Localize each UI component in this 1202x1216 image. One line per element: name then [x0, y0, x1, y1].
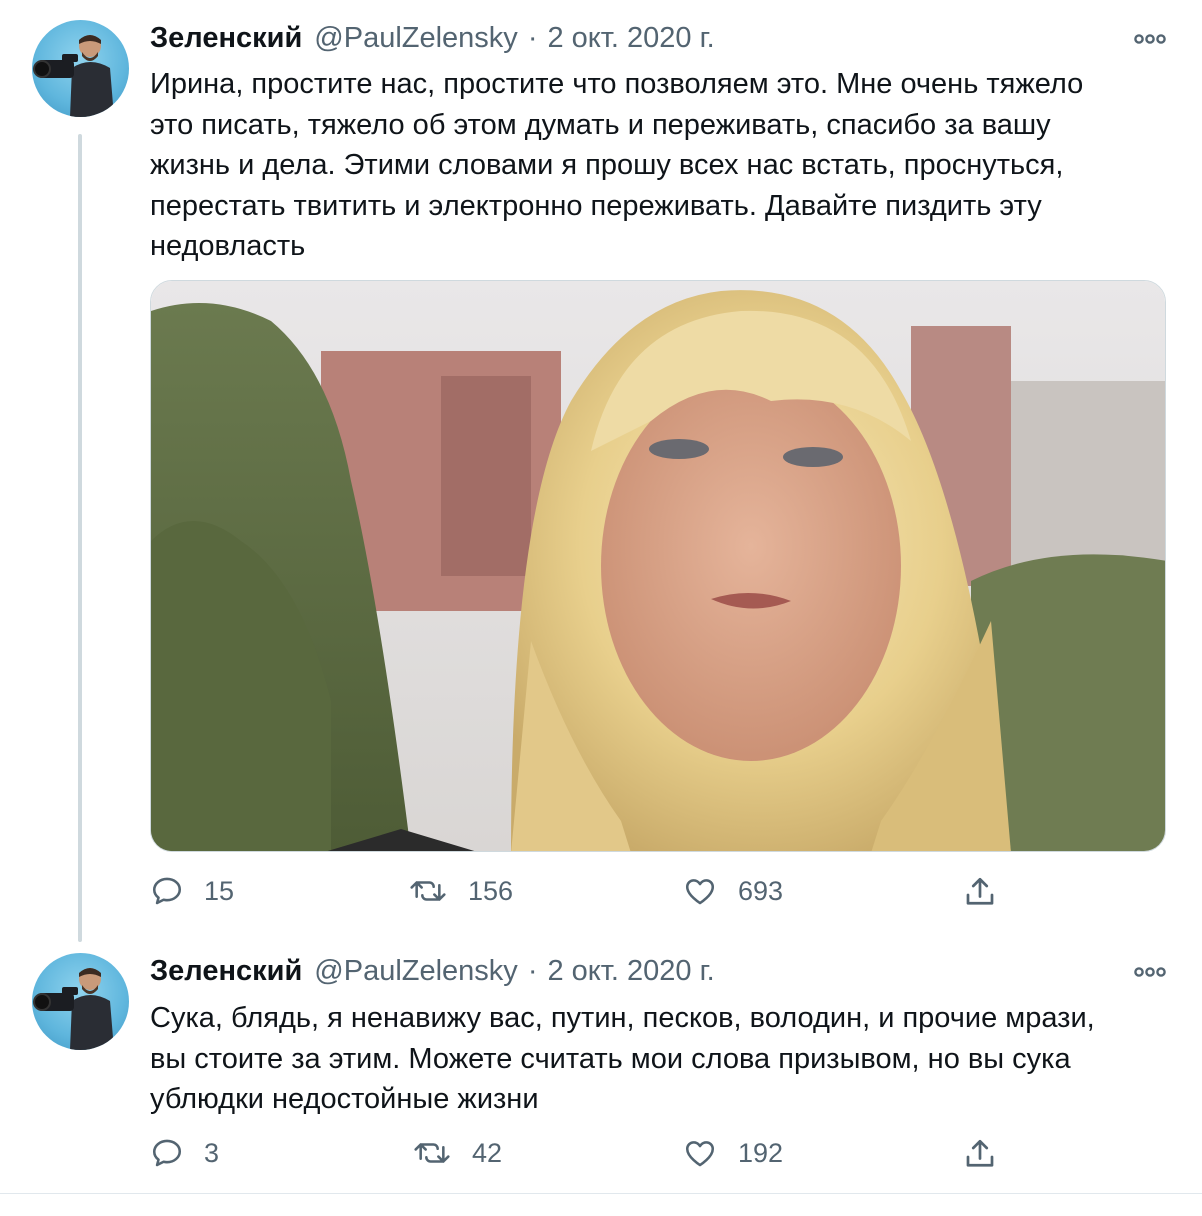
author-name[interactable]: Зеленский [150, 955, 302, 988]
author-handle[interactable]: @PaulZelensky [314, 955, 518, 988]
like-button[interactable]: 192 [682, 1136, 783, 1170]
retweet-button[interactable]: 42 [412, 1136, 502, 1170]
reply-button[interactable]: 3 [150, 1136, 219, 1170]
tweet-header: Зеленский @PaulZelensky · 2 окт. 2020 г. [150, 955, 715, 995]
tweet-actions: 3 42 192 [150, 1136, 1010, 1176]
reply-count: 3 [204, 1137, 220, 1168]
header-separator: · [527, 955, 538, 987]
like-count: 192 [738, 1137, 784, 1168]
timeline-divider [0, 1193, 1202, 1194]
tweet[interactable]: Зеленский @PaulZelensky · 2 окт. 2020 г.… [0, 0, 1202, 1190]
share-button[interactable] [962, 1136, 998, 1172]
avatar-photo [33, 968, 114, 1050]
tweet-date[interactable]: 2 окт. 2020 г. [547, 955, 714, 988]
retweet-icon [414, 1143, 450, 1163]
retweet-count: 42 [472, 1137, 503, 1168]
share-icon [966, 1139, 994, 1167]
heart-icon [685, 1141, 715, 1167]
avatar[interactable] [32, 953, 129, 1050]
tweet-text: Сука, блядь, я ненавижу вас, путин, песк… [150, 1002, 1095, 1115]
more-options-icon[interactable] [1134, 966, 1166, 978]
reply-icon [152, 1139, 182, 1167]
